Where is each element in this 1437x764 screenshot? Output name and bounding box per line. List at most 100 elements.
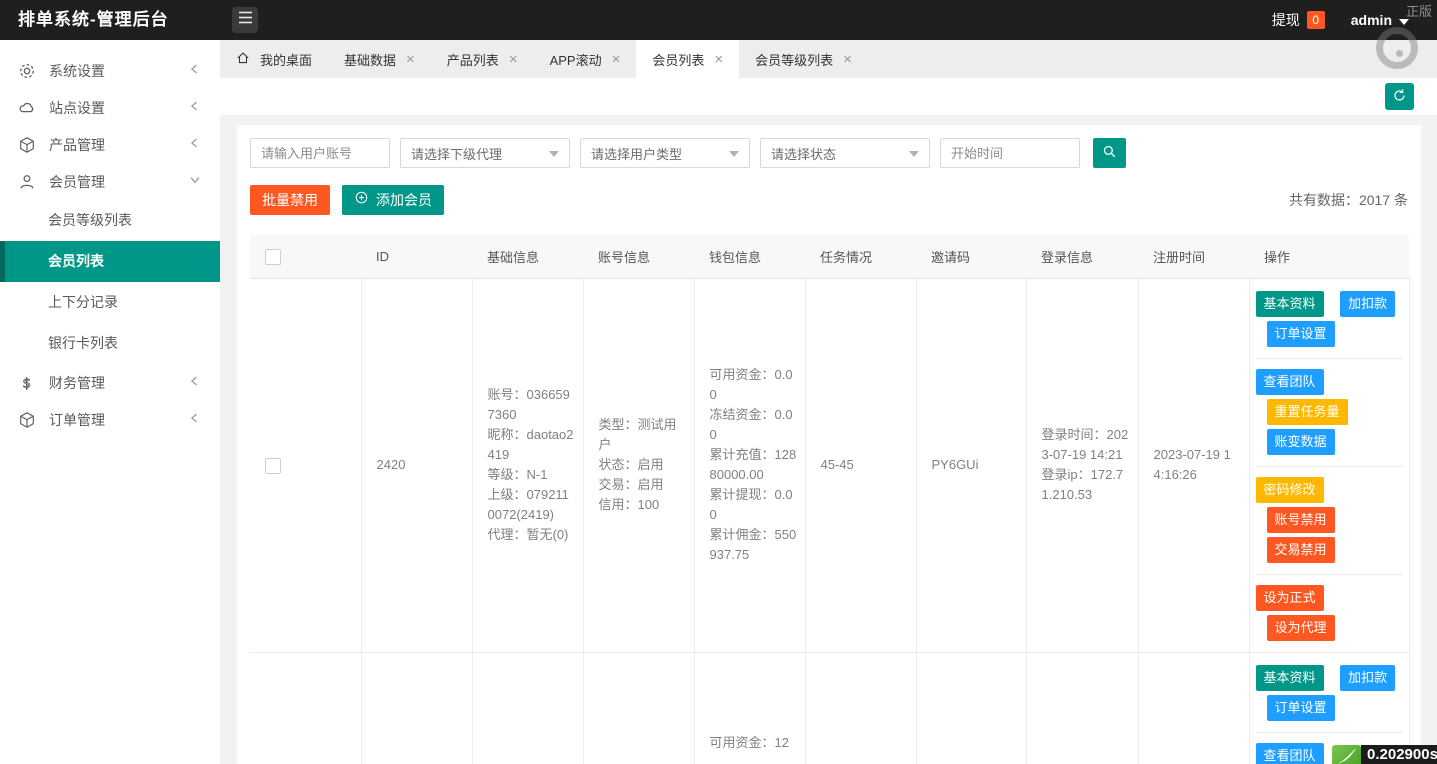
sidebar-item-system-settings[interactable]: 系统设置 [0,52,220,89]
agent-select[interactable]: 请选择下级代理 [400,138,570,168]
sidebar-item-label: 站点设置 [49,99,105,116]
disable-trade-button[interactable]: 交易禁用 [1266,536,1335,563]
column-header: 操作 [1249,235,1409,279]
add-member-button[interactable]: 添加会员 [342,185,444,215]
box-icon [18,136,36,154]
tab-basic-data[interactable]: 基础数据 × [328,40,431,78]
app-title: 排单系统-管理后台 [18,10,169,29]
basic-profile-button[interactable]: 基本资料 [1255,664,1324,691]
register-time-cell [1137,652,1250,764]
tab-my-desktop[interactable]: 我的桌面 [220,40,328,78]
tab-label: 会员列表 [652,52,705,68]
sidebar-item-bankcard-list[interactable]: 银行卡列表 [0,323,220,364]
genuine-watermark: 正版 [1405,4,1432,19]
close-icon[interactable]: × [714,52,723,67]
chevron-left-icon [188,411,202,428]
op-group-role: 设为正式 设为代理 [1255,575,1403,652]
account-search-input[interactable] [250,138,390,168]
view-team-button[interactable]: 查看团队 [1255,368,1324,395]
withdraw-count-badge: 0 [1306,11,1325,29]
sidebar-collapse-button[interactable] [232,7,258,33]
topbar: 排单系统-管理后台 提现 0 admin [0,0,1437,40]
member-list-card: 请选择下级代理 请选择用户类型 请选择状态 批量禁用 [237,125,1421,764]
op-group-profile: 基本资料 加扣款 订单设置 [1255,655,1403,733]
refresh-button[interactable] [1385,83,1414,110]
total-unit: 条 [1394,192,1408,208]
total-records: 共有数据：2017 条 [1289,190,1408,210]
id-cell [360,652,473,764]
trace-bar: 0.202900s [1332,745,1437,764]
topbar-right: 提现 0 admin [1272,0,1409,40]
trade-line: 交易：启用 [598,477,664,492]
base-info-cell [471,652,584,764]
box-icon [18,411,36,429]
set-official-button[interactable]: 设为正式 [1255,584,1324,611]
reset-task-button[interactable]: 重置任务量 [1266,398,1348,425]
cloud-icon [18,99,36,117]
basic-profile-button[interactable]: 基本资料 [1255,290,1324,317]
start-time-input[interactable] [940,138,1080,168]
sidebar-item-order-management[interactable]: 订单管理 [0,401,220,438]
table-header-row: ID 基础信息 账号信息 钱包信息 任务情况 邀请码 登录信息 注册时间 操作 [250,235,1409,279]
close-icon[interactable]: × [406,52,415,67]
adjust-funds-button[interactable]: 加扣款 [1340,290,1396,317]
view-team-button[interactable]: 查看团队 [1255,742,1324,764]
column-header: 基础信息 [472,235,583,279]
toolbar [220,78,1437,115]
close-icon[interactable]: × [509,52,518,67]
login-info-cell [1025,652,1139,764]
sidebar-item-member-list[interactable]: 会员列表 [0,241,220,282]
username: admin [1350,12,1392,28]
select-value: 请选择用户类型 [591,146,683,162]
close-icon[interactable]: × [612,52,621,67]
status-line: 状态：启用 [598,457,664,472]
plus-circle-icon [354,185,369,215]
user-type-select[interactable]: 请选择用户类型 [580,138,750,168]
select-all-checkbox[interactable] [265,248,281,265]
thinkphp-trace-icon[interactable] [1332,745,1361,764]
withdraw-menu-item[interactable]: 提现 0 [1272,10,1325,30]
disable-account-button[interactable]: 账号禁用 [1266,506,1335,533]
tab-label: 基础数据 [344,52,397,68]
order-setting-button[interactable]: 订单设置 [1266,694,1335,721]
order-setting-button[interactable]: 订单设置 [1266,320,1335,347]
level-line: 等级：N-1 [487,467,548,482]
column-header: 钱包信息 [694,235,805,279]
withdraw-line: 累计提现：0.00 [709,487,793,522]
sidebar-item-updown-records[interactable]: 上下分记录 [0,282,220,323]
status-select[interactable]: 请选择状态 [760,138,930,168]
id-cell: 2420 [360,278,473,653]
tab-member-list[interactable]: 会员列表 × [636,40,740,78]
op-group-security: 密码修改 账号禁用 交易禁用 [1255,467,1403,575]
dollar-icon: $ [18,374,36,392]
batch-disable-button[interactable]: 批量禁用 [250,185,330,215]
row-select-checkbox[interactable] [265,457,281,474]
tab-product-list[interactable]: 产品列表 × [431,40,534,78]
sidebar-item-product-management[interactable]: 产品管理 [0,126,220,163]
sidebar-item-member-management[interactable]: 会员管理 [0,163,220,200]
tab-member-level-list[interactable]: 会员等级列表 × [739,40,868,78]
sidebar-item-finance-management[interactable]: $ 财务管理 [0,364,220,401]
chevron-down-icon [188,173,202,190]
sidebar-item-member-level-list[interactable]: 会员等级列表 [0,200,220,241]
login-time-line: 登录时间：2023-07-19 14:21 [1041,427,1129,462]
adjust-funds-button[interactable]: 加扣款 [1340,664,1396,691]
tab-label: 我的桌面 [260,52,313,68]
close-icon[interactable]: × [843,52,852,67]
total-count: 2017 [1358,192,1391,208]
chevron-left-icon [188,99,202,116]
set-agent-button[interactable]: 设为代理 [1266,614,1335,641]
search-button[interactable] [1093,138,1126,168]
sidebar-item-site-settings[interactable]: 站点设置 [0,89,220,126]
user-menu[interactable]: admin [1351,12,1409,28]
account-changes-button[interactable]: 账变数据 [1266,428,1335,455]
tab-app-scroll[interactable]: APP滚动 × [534,40,637,78]
type-line: 类型：测试用户 [598,417,677,452]
home-icon [236,51,250,68]
sidebar-item-label: 会员管理 [49,173,105,190]
main-area: 我的桌面 基础数据 × 产品列表 × APP滚动 × 会员列表 × 会员等级列表… [220,40,1437,764]
change-password-button[interactable]: 密码修改 [1255,476,1324,503]
account-info-cell [582,652,695,764]
select-value: 请选择状态 [771,146,837,162]
invite-code-cell [915,652,1027,764]
